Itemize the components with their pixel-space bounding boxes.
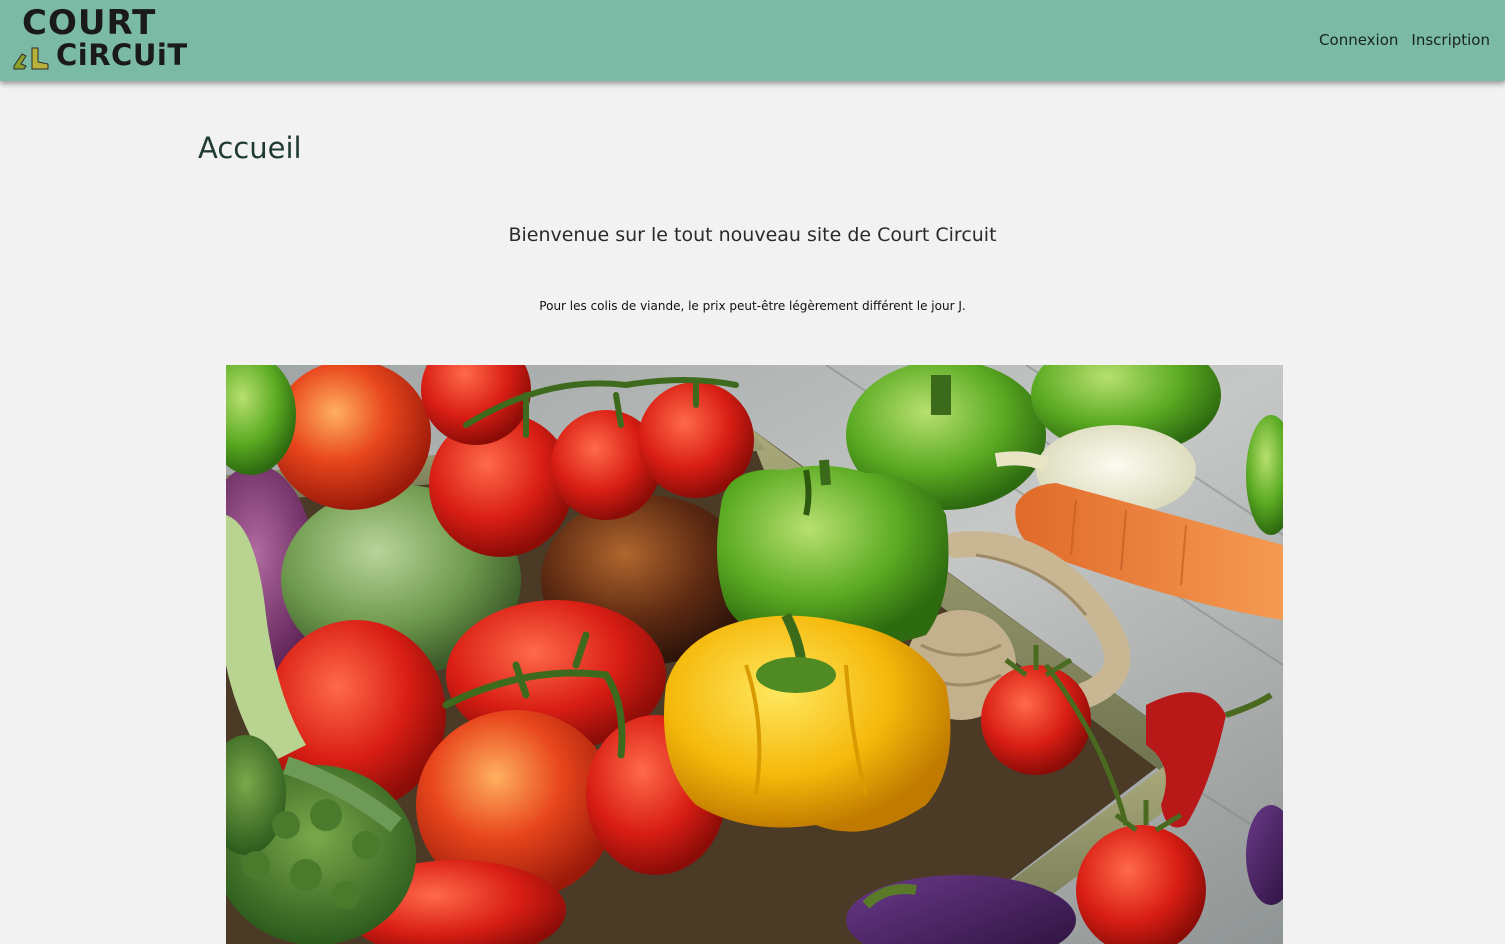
auth-nav: Connexion Inscription: [1319, 30, 1490, 50]
page-title: Accueil: [198, 131, 302, 165]
hero-image: [226, 365, 1283, 944]
login-link[interactable]: Connexion: [1319, 30, 1398, 50]
welcome-text: Bienvenue sur le tout nouveau site de Co…: [508, 224, 997, 246]
vegetables-crate-photo-icon: [226, 365, 1283, 944]
signup-link[interactable]: Inscription: [1411, 30, 1490, 50]
boots-icon: [13, 47, 49, 70]
logo-text-line2: CiRCUiT: [56, 38, 188, 72]
court-circuit-logo[interactable]: COURT CiRCUiT: [12, 3, 187, 72]
logo-text-line1: COURT: [22, 3, 157, 43]
meat-price-notice: Pour les colis de viande, le prix peut-ê…: [539, 299, 966, 313]
top-navbar: COURT CiRCUiT Connexion Inscription: [0, 0, 1505, 81]
